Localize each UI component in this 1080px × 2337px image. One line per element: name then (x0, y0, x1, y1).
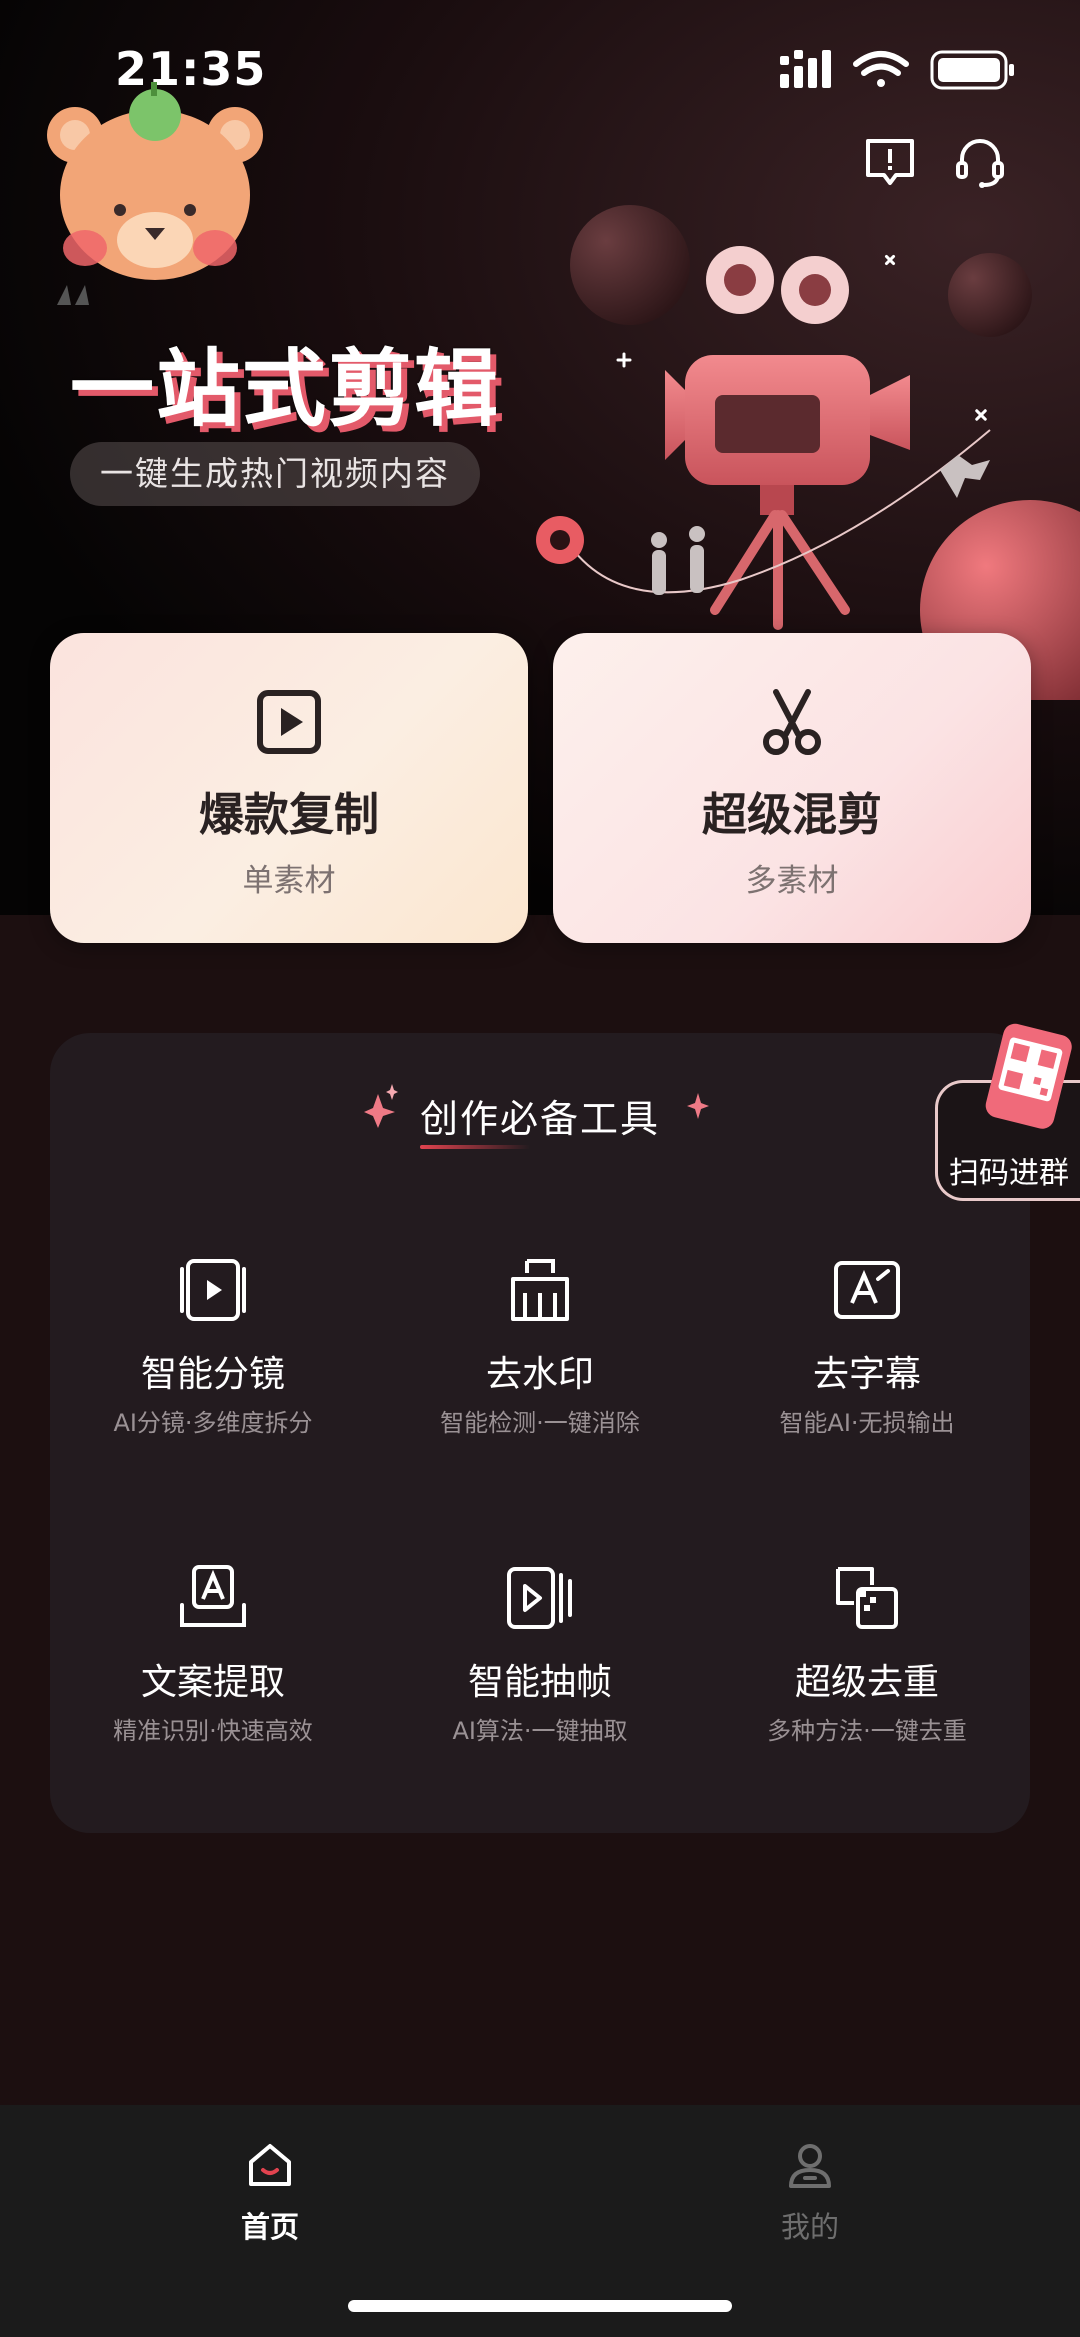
tool-desc: 精准识别·快速高效 (113, 1717, 313, 1745)
tool-desc: AI算法·一键抽取 (452, 1717, 628, 1745)
home-indicator (348, 2300, 732, 2312)
tool-name: 智能抽帧 (467, 1662, 612, 1703)
tab-me[interactable]: 我的 (700, 2140, 920, 2246)
tool-name: 去水印 (485, 1354, 594, 1395)
sparkle-icon (687, 1093, 709, 1119)
tool-name: 智能分镜 (140, 1354, 285, 1395)
subtitle-remove-icon (834, 1261, 900, 1319)
tool-subtitle-remove[interactable]: 去字幕 智能AI·无损输出 (704, 1253, 1030, 1438)
super-mix-card[interactable]: 超级混剪 多素材 (553, 633, 1031, 943)
viral-copy-card[interactable]: 爆款复制 单素材 (50, 633, 528, 943)
title-underline (419, 1145, 530, 1149)
tool-dedupe[interactable]: 超级去重 多种方法·一键去重 (704, 1561, 1030, 1746)
tool-desc: AI分镜·多维度拆分 (113, 1409, 313, 1437)
battery-icon (930, 50, 1014, 90)
hero-subtitle: 一键生成热门视频内容 (70, 442, 480, 506)
signal-icon (780, 50, 831, 88)
home-icon (249, 2144, 291, 2186)
storyboard-icon (180, 1259, 246, 1321)
text-extract-icon (180, 1565, 246, 1627)
viral-copy-title: 爆款复制 (198, 788, 379, 841)
watermark-remove-icon (511, 1259, 569, 1321)
dedupe-icon (836, 1567, 898, 1629)
tool-frame-extract[interactable]: 智能抽帧 AI算法·一键抽取 (377, 1561, 703, 1746)
tab-home[interactable]: 首页 (160, 2140, 380, 2246)
super-mix-subtitle: 多素材 (745, 863, 839, 899)
viral-copy-subtitle: 单素材 (242, 863, 336, 899)
play-square-icon (257, 690, 321, 754)
tool-desc: 智能AI·无损输出 (779, 1409, 955, 1437)
bear-mascot-image (47, 82, 263, 305)
sparkle-icon (363, 1084, 398, 1128)
qr-group-label: 扫码进群 (949, 1156, 1069, 1191)
tools-title: 创作必备工具 (363, 1084, 709, 1149)
tool-desc: 多种方法·一键去重 (767, 1717, 967, 1745)
tool-name: 文案提取 (140, 1662, 285, 1703)
movie-camera-illustration (536, 205, 1080, 700)
tab-home-label: 首页 (240, 2210, 299, 2244)
frame-extract-icon (507, 1567, 572, 1629)
tool-name: 超级去重 (794, 1662, 939, 1703)
qr-code-icon (985, 1023, 1072, 1129)
tab-me-label: 我的 (780, 2210, 839, 2244)
super-mix-title: 超级混剪 (701, 788, 882, 841)
tool-name: 去字幕 (812, 1354, 921, 1395)
tools-title-text: 创作必备工具 (419, 1097, 660, 1141)
status-icons (780, 50, 1014, 90)
tool-text-extract[interactable]: 文案提取 精准识别·快速高效 (50, 1561, 376, 1746)
qr-group-button[interactable]: 扫码进群 (935, 1020, 1080, 1201)
hero-title: 一站式剪辑 (70, 340, 501, 438)
scissors-icon (763, 689, 821, 755)
tools-panel: 创作必备工具 智能分镜 AI分镜·多维度拆分 去水印 智能检测·一键消除 去字幕… (50, 1033, 1030, 1833)
wifi-icon (853, 51, 909, 87)
tool-desc: 智能检测·一键消除 (440, 1409, 640, 1437)
user-icon (789, 2144, 831, 2188)
tool-watermark-remove[interactable]: 去水印 智能检测·一键消除 (377, 1253, 703, 1438)
tool-storyboard[interactable]: 智能分镜 AI分镜·多维度拆分 (50, 1253, 376, 1438)
